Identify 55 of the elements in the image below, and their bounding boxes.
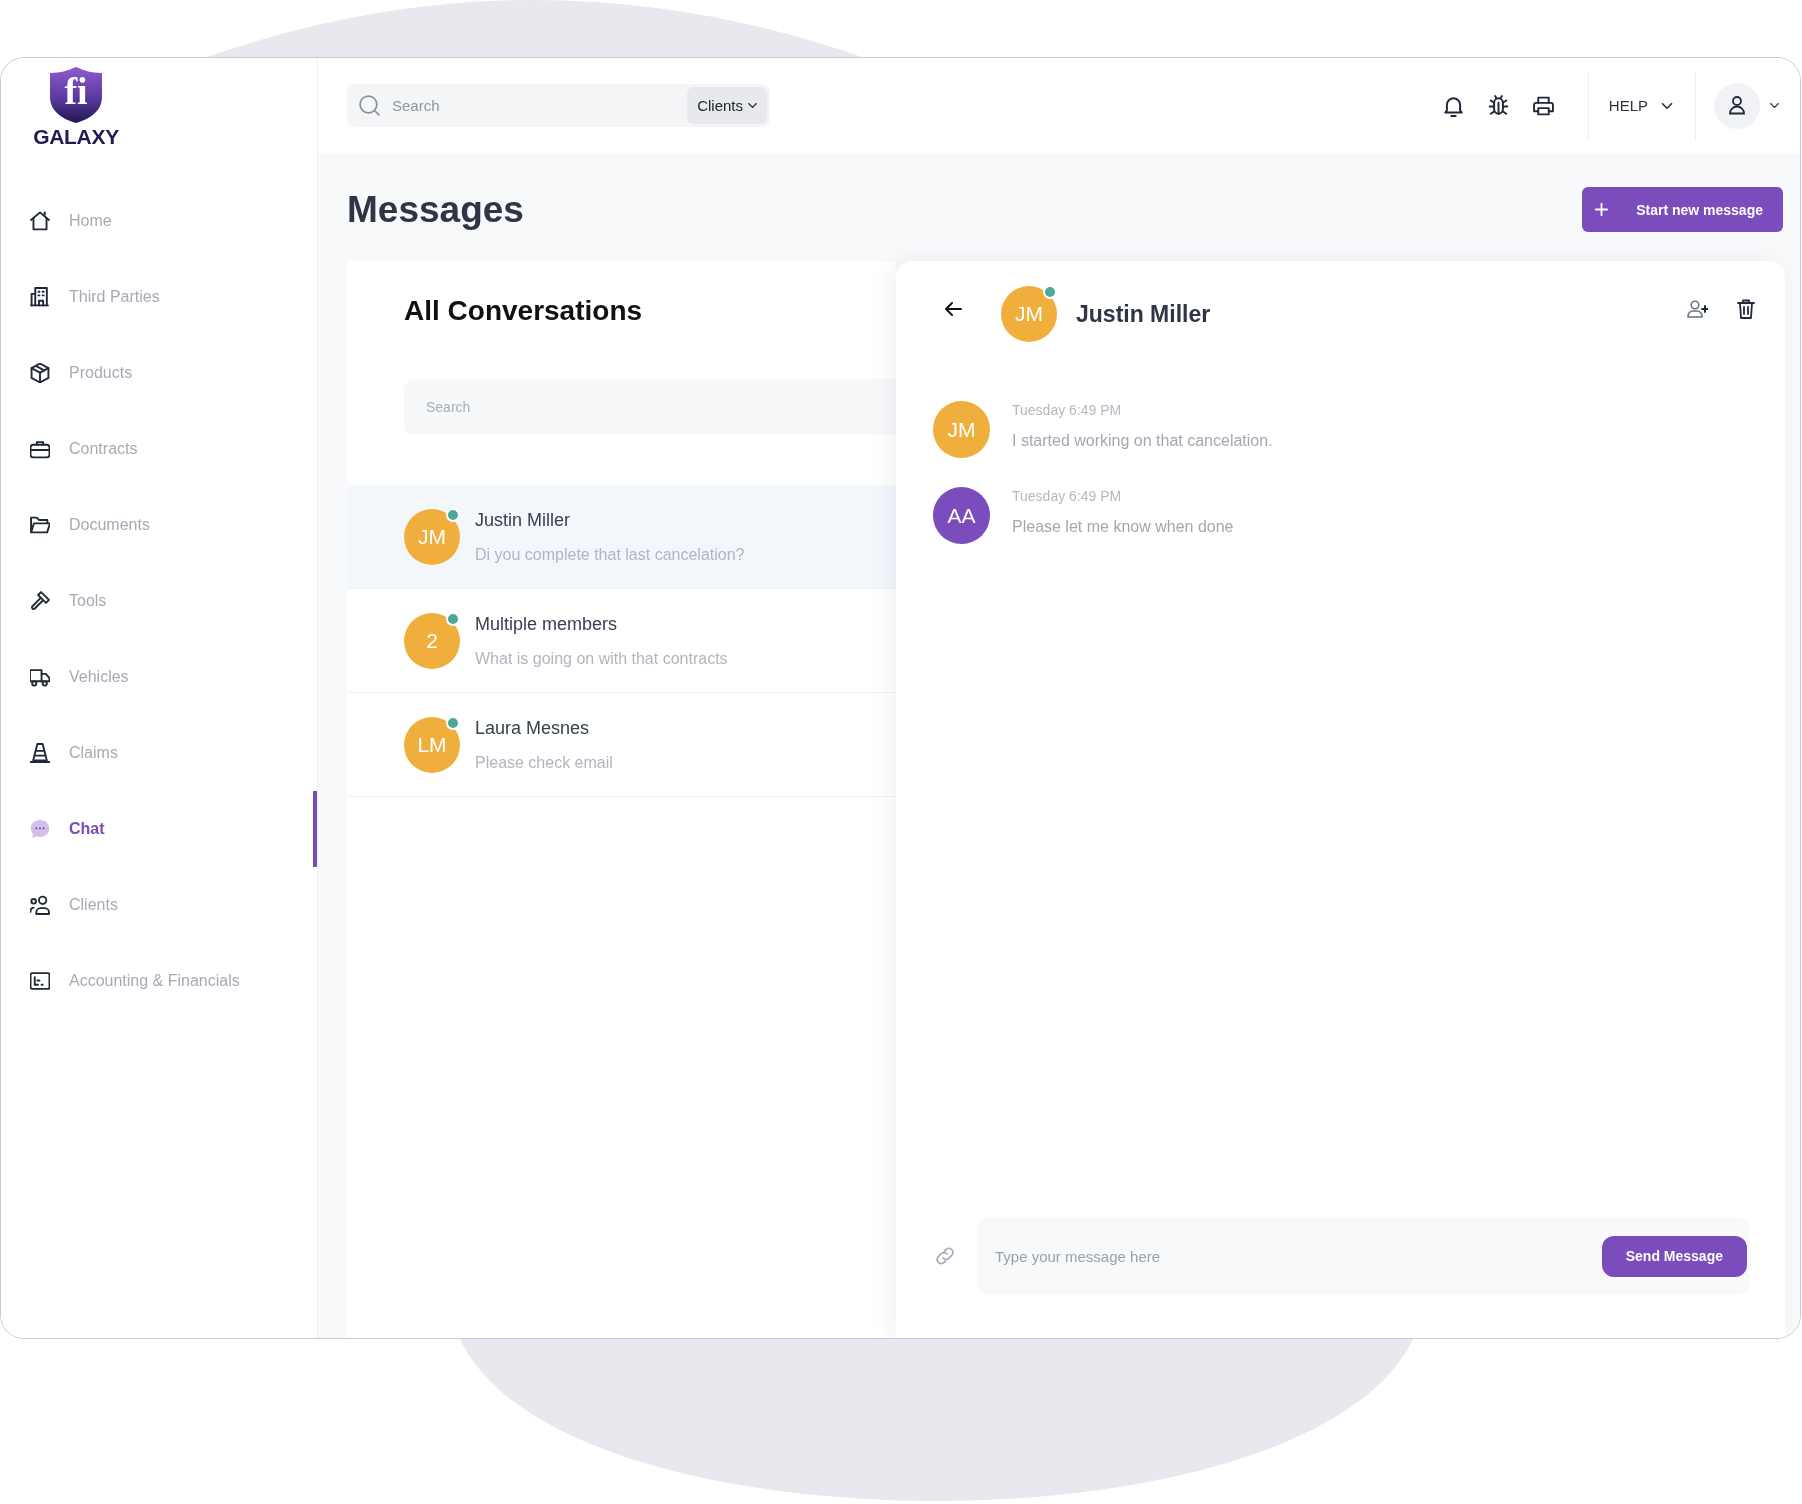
new-message-button[interactable]: Start new message	[1582, 187, 1783, 232]
search-field[interactable]: Search	[404, 379, 896, 435]
conversation-item[interactable]: JM Justin Miller Di you complete that last cancelation?	[347, 485, 896, 589]
user-avatar-icon[interactable]	[1714, 82, 1760, 129]
building-icon	[30, 287, 50, 307]
message-text: Please let me know when done	[1012, 517, 1234, 537]
message-preview: What is going on with that contracts	[475, 648, 728, 669]
shield-icon	[50, 67, 102, 123]
printer-icon[interactable]	[1532, 94, 1554, 117]
contact-name: Laura Mesnes	[475, 716, 591, 739]
bug-icon[interactable]	[1487, 94, 1509, 117]
help-menu[interactable]: HELP	[1608, 97, 1673, 114]
search-icon	[359, 95, 380, 116]
avatar: LM	[404, 716, 460, 773]
message-time: Tuesday 6:49 PM	[1012, 487, 1123, 505]
avatar: AA	[933, 487, 990, 544]
contact-name: Justin Miller	[1076, 300, 1211, 328]
chevron-down-icon[interactable]	[1770, 103, 1779, 108]
folder-icon	[30, 515, 50, 535]
avatar: 2	[404, 612, 460, 669]
chevron-down-icon	[748, 103, 757, 108]
briefcase-icon	[30, 439, 50, 459]
logo-monogram: fi	[64, 69, 88, 113]
cone-icon	[30, 743, 50, 763]
contact-name: Multiple members	[475, 612, 619, 635]
scope-dropdown[interactable]: Clients	[687, 87, 767, 124]
users-icon	[30, 895, 50, 915]
conversation-item[interactable]: 2 Multiple members What is going on with that contracts	[347, 589, 896, 693]
box-icon	[30, 363, 50, 383]
arrow-left-icon[interactable]	[945, 302, 962, 316]
chart-board-icon	[30, 971, 50, 991]
page-title: Messages	[347, 187, 524, 232]
bell-icon[interactable]	[1442, 94, 1464, 117]
send-button[interactable]: Send Message	[1601, 1235, 1747, 1277]
logo-wordmark: GALAXY	[33, 126, 119, 148]
house-icon	[30, 211, 50, 231]
add-user-icon[interactable]	[1687, 300, 1708, 318]
chat-bubble-icon	[30, 819, 50, 839]
conversation-item[interactable]: LM Laura Mesnes Please check email	[347, 693, 896, 797]
hammer-icon	[30, 591, 50, 611]
panel-title: All Conversations	[404, 294, 644, 328]
avatar: JM	[1001, 286, 1057, 342]
message-preview: Di you complete that last cancelation?	[475, 544, 745, 565]
truck-icon	[30, 667, 50, 687]
message-text: I started working on that cancelation.	[1012, 431, 1273, 451]
trash-icon[interactable]	[1737, 299, 1755, 319]
chevron-down-icon	[1661, 102, 1673, 109]
message-preview: Please check email	[475, 752, 613, 773]
plus-icon	[1595, 203, 1609, 216]
message-input[interactable]: Type your message here Send Message	[977, 1217, 1749, 1295]
avatar: JM	[933, 401, 990, 458]
search-field[interactable]: Search Clients	[347, 84, 770, 127]
message-time: Tuesday 6:49 PM	[1012, 401, 1123, 419]
avatar: JM	[404, 508, 460, 565]
contact-name: Justin Miller	[475, 508, 572, 531]
